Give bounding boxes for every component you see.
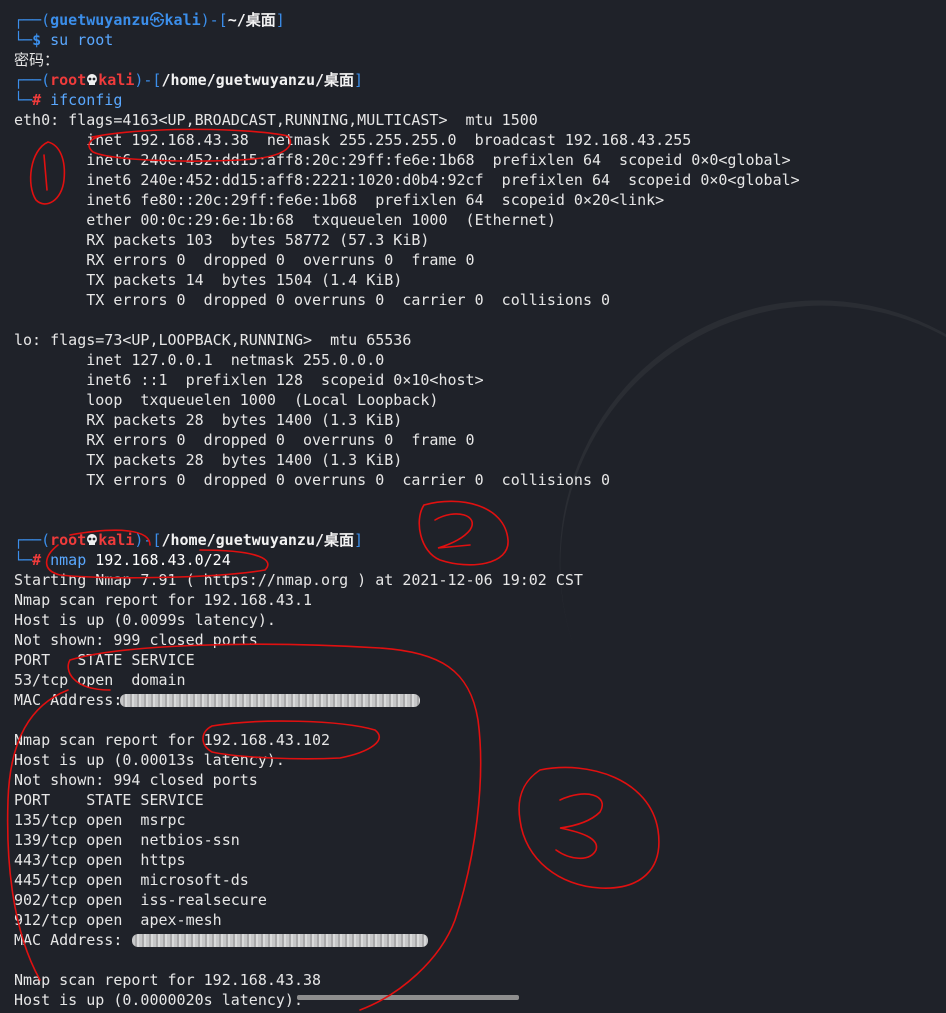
nmap-output-line: MAC Address: <box>14 931 123 949</box>
skull-icon <box>87 534 98 545</box>
annotation-number-3-circle <box>518 766 660 889</box>
nmap-output-line: Not shown: 994 closed ports <box>14 771 258 789</box>
desktop-wallpaper-swoosh <box>485 226 946 900</box>
skull-icon <box>87 74 98 85</box>
nmap-output-line: Not shown: 999 closed ports <box>14 631 258 649</box>
nmap-output-line: 445/tcp open microsoft-ds <box>14 871 249 889</box>
prompt-line-2-cmd: └─# ifconfig <box>14 91 123 109</box>
nmap-output-line: Nmap scan report for 192.168.43.38 <box>14 971 322 989</box>
ifconfig-output-line: TX packets 28 bytes 1400 (1.3 KiB) <box>14 451 403 469</box>
ifconfig-output-line: TX packets 14 bytes 1504 (1.4 KiB) <box>14 271 403 289</box>
ifconfig-output-line: RX errors 0 dropped 0 overruns 0 frame 0 <box>14 251 475 269</box>
prompt-path: /home/guetwuyanzu/桌面 <box>161 531 355 549</box>
ifconfig-output-line: RX packets 103 bytes 58772 (57.3 KiB) <box>14 231 430 249</box>
ifconfig-output-line: eth0: flags=4163<UP,BROADCAST,RUNNING,MU… <box>14 111 538 129</box>
nmap-output-line: 902/tcp open iss-realsecure <box>14 891 267 909</box>
ifconfig-output-line: inet6 240e:452:dd15:aff8:20c:29ff:fe6e:1… <box>14 151 791 169</box>
nmap-output-line: 443/tcp open https <box>14 851 186 869</box>
command-ifconfig: ifconfig <box>50 91 123 109</box>
nmap-output-line: PORT STATE SERVICE <box>14 651 195 669</box>
ifconfig-output-line: inet6 ::1 prefixlen 128 scopeid 0×10<hos… <box>14 371 484 389</box>
command-su: su root <box>50 31 114 49</box>
prompt-user: root <box>50 71 87 89</box>
nmap-output-line: 135/tcp open msrpc <box>14 811 186 829</box>
nmap-output-line: 912/tcp open apex-mesh <box>14 911 222 929</box>
prompt-path: ~/桌面 <box>227 11 276 29</box>
nmap-output-line: Nmap scan report for 192.168.43.1 <box>14 591 313 609</box>
prompt-path: /home/guetwuyanzu/桌面 <box>161 71 355 89</box>
ifconfig-output-line: TX errors 0 dropped 0 overruns 0 carrier… <box>14 291 611 309</box>
ifconfig-output-line: lo: flags=73<UP,LOOPBACK,RUNNING> mtu 65… <box>14 331 412 349</box>
prompt-host: kali <box>98 71 135 89</box>
prompt-symbol: # <box>32 91 42 109</box>
ifconfig-output-line: RX packets 28 bytes 1400 (1.3 KiB) <box>14 411 403 429</box>
prompt-line-1-cmd: └─$ su root <box>14 31 114 49</box>
nmap-output-line: MAC Address: <box>14 691 123 709</box>
nmap-output-line: Starting Nmap 7.91 ( https://nmap.org ) … <box>14 571 583 589</box>
prompt-line-1-top: ┌──(guetwuyanzu㉿kali)-[~/桌面] <box>14 11 285 29</box>
annotation-number-2-circle <box>418 500 509 566</box>
prompt-user: root <box>50 531 87 549</box>
ifconfig-output-line: ether 00:0c:29:6e:1b:68 txqueuelen 1000 … <box>14 211 556 229</box>
prompt-line-2-top: ┌──(root kali)-[/home/guetwuyanzu/桌面] <box>14 71 364 89</box>
prompt-host: kali <box>98 531 135 549</box>
redacted-mac-address-1 <box>120 694 420 707</box>
prompt-line-3-top: ┌──(root kali)-[/home/guetwuyanzu/桌面] <box>14 531 364 549</box>
ifconfig-output-line: inet 127.0.0.1 netmask 255.0.0.0 <box>14 351 385 369</box>
ifconfig-output-line: RX errors 0 dropped 0 overruns 0 frame 0 <box>14 431 475 449</box>
terminal-window[interactable]: ┌──(guetwuyanzu㉿kali)-[~/桌面] └─$ su root… <box>0 0 946 1013</box>
ifconfig-output-line: inet6 240e:452:dd15:aff8:2221:1020:d0b4:… <box>14 171 800 189</box>
ifconfig-output-line: loop txqueuelen 1000 (Local Loopback) <box>14 391 439 409</box>
prompt-symbol: $ <box>32 31 42 49</box>
nmap-output-line: Host is up (0.0000020s latency). <box>14 991 303 1009</box>
prompt-line-3-cmd: └─# nmap 192.168.43.0/24 <box>14 551 231 569</box>
nmap-output-line: 53/tcp open domain <box>14 671 186 689</box>
nmap-output-line: PORT STATE SERVICE <box>14 791 204 809</box>
ifconfig-output-line: TX errors 0 dropped 0 overruns 0 carrier… <box>14 471 611 489</box>
password-prompt: 密码： <box>14 51 60 69</box>
horizontal-scrollbar[interactable] <box>297 995 519 1000</box>
command-nmap-args: 192.168.43.0/24 <box>95 551 231 569</box>
ifconfig-output-line: inet6 fe80::20c:29ff:fe6e:1b68 prefixlen… <box>14 191 665 209</box>
nmap-output-line: Host is up (0.0099s latency). <box>14 611 276 629</box>
prompt-user: guetwuyanzu <box>50 11 150 29</box>
ifconfig-output-line: inet 192.168.43.38 netmask 255.255.255.0… <box>14 131 692 149</box>
annotation-number-3-digit <box>555 793 603 860</box>
nmap-output-line: Host is up (0.00013s latency). <box>14 751 285 769</box>
annotation-number-2-digit <box>434 513 473 549</box>
prompt-host: kali <box>164 11 201 29</box>
nmap-output-line: 139/tcp open netbios-ssn <box>14 831 240 849</box>
prompt-symbol: # <box>32 551 42 569</box>
nmap-output-line: Nmap scan report for 192.168.43.102 <box>14 731 331 749</box>
command-nmap: nmap <box>50 551 87 569</box>
redacted-mac-address-2 <box>132 934 428 947</box>
